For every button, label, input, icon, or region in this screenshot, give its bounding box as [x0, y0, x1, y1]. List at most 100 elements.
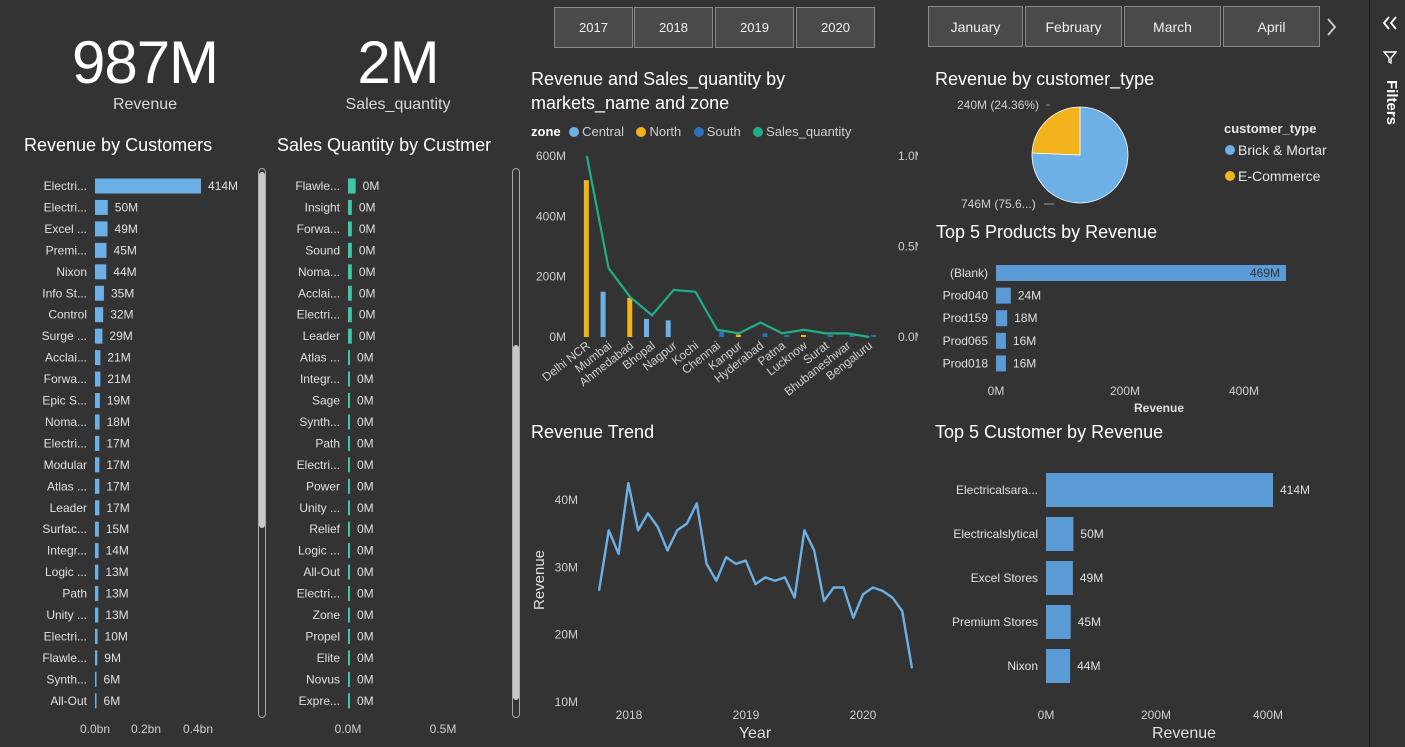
collapse-double-chevron-icon[interactable]: [1381, 14, 1399, 32]
data-label: 49M: [1080, 571, 1103, 585]
year-button-2020[interactable]: 2020: [796, 7, 875, 48]
y-tick-label-left: 400M: [536, 209, 566, 223]
year-button-2019[interactable]: 2019: [715, 7, 794, 48]
category-label: Unity ...: [299, 501, 340, 515]
bar: [95, 478, 100, 494]
month-button-april[interactable]: April: [1223, 6, 1320, 47]
category-label: Noma...: [45, 415, 87, 429]
data-label: 0M: [359, 265, 376, 279]
bar: [996, 265, 1286, 281]
category-label: Nixon: [1007, 659, 1038, 673]
revenue-by-customers-scroll-thumb[interactable]: [259, 172, 265, 528]
pie-slice-e-commerce: [1031, 106, 1081, 156]
y-tick-label: 30M: [555, 560, 578, 574]
bar: [95, 393, 100, 408]
bar: [348, 607, 350, 623]
category-label: Logic ...: [45, 565, 87, 579]
x-tick-label: 200M: [1141, 708, 1171, 722]
data-label: 0M: [357, 608, 374, 622]
data-label: 0M: [359, 286, 376, 300]
bar: [348, 178, 356, 194]
data-label: 16M: [1013, 356, 1036, 370]
category-label: Propel: [305, 629, 340, 643]
bar: [348, 242, 352, 258]
bar: [348, 414, 350, 430]
bar: [1046, 473, 1273, 507]
bar: [95, 285, 104, 301]
year-button-2018[interactable]: 2018: [634, 7, 713, 48]
data-label: 0M: [363, 179, 380, 193]
data-label: 14M: [106, 544, 129, 558]
bar: [95, 199, 108, 215]
category-label: Path: [315, 436, 340, 450]
data-label: 414M: [208, 179, 238, 193]
data-label: 0M: [357, 587, 374, 601]
category-label: Leader: [50, 501, 87, 515]
revenue-by-customers-chart: Electri... 414M Electri... 50M Excel ... 49M P…: [42, 178, 238, 736]
category-label: Nixon: [56, 265, 87, 279]
sales-quantity-by-customer-chart: Flawle... 0M Insight 0M Forwa... 0M Sound 0M Nom…: [295, 178, 456, 736]
month-button-february[interactable]: February: [1025, 6, 1122, 47]
bar: [348, 350, 350, 366]
category-label: Epic S...: [42, 394, 87, 408]
category-label: Electri...: [297, 308, 340, 322]
legend-item-south[interactable]: South: [693, 124, 741, 139]
bar: [95, 586, 99, 602]
top5-customers-title: Top 5 Customer by Revenue: [935, 422, 1164, 442]
legend-item-sales-quantity[interactable]: Sales_quantity: [753, 124, 851, 139]
data-label: 17M: [106, 501, 129, 515]
bar-north: [801, 335, 806, 337]
bar: [348, 500, 350, 516]
bar-central: [600, 291, 606, 337]
legend-item-north[interactable]: North: [636, 124, 681, 139]
year-button-2017[interactable]: 2017: [554, 7, 633, 48]
bar: [348, 435, 350, 451]
data-label: 21M: [107, 372, 130, 386]
bar: [348, 693, 350, 709]
y-tick-label-right: 0.5M: [898, 240, 918, 254]
data-label: 6M: [104, 672, 121, 686]
data-label: 0M: [357, 372, 374, 386]
legend-item-central[interactable]: Central: [569, 124, 624, 139]
category-label: (Blank): [950, 266, 988, 280]
y-tick-label: 20M: [555, 628, 578, 642]
data-label: 18M: [107, 415, 130, 429]
bar: [95, 178, 201, 194]
data-label: 0M: [357, 351, 374, 365]
bar: [95, 435, 100, 451]
category-label: Surge ...: [42, 329, 87, 343]
y-tick-label-right: 0.0M: [898, 330, 918, 344]
pie-legend-label: Brick & Mortar: [1238, 142, 1327, 158]
data-label: 0M: [357, 415, 374, 429]
bar: [95, 328, 103, 344]
filters-label[interactable]: Filters: [1383, 80, 1400, 125]
x-tick-label: 200M: [1110, 384, 1140, 398]
bar: [95, 307, 104, 323]
bar: [1046, 649, 1071, 683]
bar: [348, 285, 352, 301]
data-label: 24M: [1018, 289, 1041, 303]
category-label: Leader: [303, 329, 340, 343]
filter-funnel-icon: [1383, 51, 1397, 64]
category-label: Elite: [317, 651, 341, 665]
top5-products-chart: (Blank) 469M Prod040 24M Prod159 18M Prod065 16…: [943, 265, 1286, 415]
month-button-january[interactable]: January: [928, 6, 1023, 47]
category-label: Novus: [306, 672, 340, 686]
bar: [996, 310, 1008, 327]
bar-south: [827, 335, 833, 337]
chevron-right-icon[interactable]: [1325, 16, 1339, 38]
y-tick-label-right: 1.0M: [898, 149, 918, 163]
category-label: Path: [62, 587, 87, 601]
category-label: Prod040: [943, 289, 989, 303]
category-label: Electri...: [44, 200, 87, 214]
sales-quantity-scroll-thumb[interactable]: [513, 345, 519, 700]
category-label: Integr...: [47, 544, 87, 558]
bar: [348, 307, 352, 323]
customer-type-pie-chart: 240M (24.36%) 746M (75.6...) customer_type…: [957, 98, 1327, 211]
x-tick-label: 0M: [1038, 708, 1055, 722]
data-label: 19M: [107, 394, 130, 408]
revenue-trend-title: Revenue Trend: [531, 422, 655, 442]
data-label: 0M: [359, 329, 376, 343]
month-button-march[interactable]: March: [1124, 6, 1221, 47]
category-label: Relief: [309, 522, 340, 536]
